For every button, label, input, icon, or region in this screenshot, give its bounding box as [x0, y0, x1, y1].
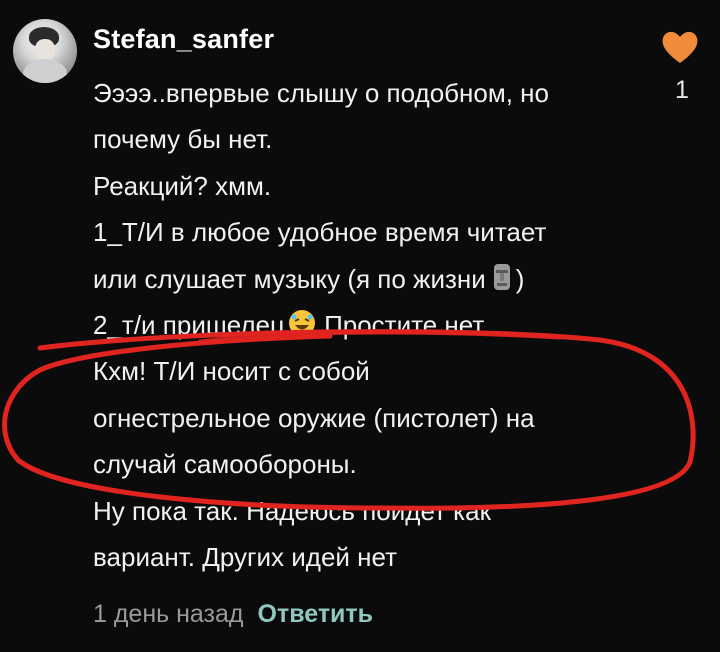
comment-line-text: Простите нет [316, 309, 485, 340]
comment-line: почему бы нет. [93, 124, 273, 155]
reply-button[interactable]: Ответить [258, 600, 374, 628]
comment-line: 1_Т/И в любое удобное время читает [93, 217, 547, 248]
rofl-emoji-icon [287, 306, 317, 352]
avatar-face [35, 39, 55, 61]
heart-icon[interactable] [660, 27, 700, 67]
comment-line: Ээээ..впервые слышу о подобном, но [93, 78, 550, 108]
comment-line-text: ) [515, 263, 525, 294]
comment-line: 2_т/и пришелец Простите нет [93, 302, 653, 348]
username[interactable]: Stefan_sanfer [93, 24, 274, 55]
avatar-shirt [23, 59, 67, 83]
comment-line: Ну пока так. Надеюсь поидет как [93, 495, 491, 526]
moai-emoji-icon [488, 260, 516, 306]
avatar[interactable] [13, 19, 77, 83]
comment-line: Реакций? хмм. [93, 170, 272, 201]
timestamp: 1 день назад [93, 600, 244, 628]
comment-line-text: или слушает музыку (я по жизни [93, 263, 486, 294]
comment-text: Ээээ..впервые слышу о подобном, но почем… [93, 70, 653, 580]
comment-footer: 1 день назад Ответить [93, 600, 373, 629]
comment-line: случай самообороны. [93, 449, 357, 480]
comment-line-text: 2_т/и пришелец [93, 309, 285, 340]
comment-line: вариант. Других идей нет [93, 541, 398, 572]
comment-line: Кхм! Т/И носит с собой [93, 356, 370, 387]
comment-line: или слушает музыку (я по жизни ) [93, 256, 653, 302]
comment-line: огнестрельное оружие (пистолет) на [93, 402, 535, 433]
like-count: 1 [675, 76, 689, 104]
